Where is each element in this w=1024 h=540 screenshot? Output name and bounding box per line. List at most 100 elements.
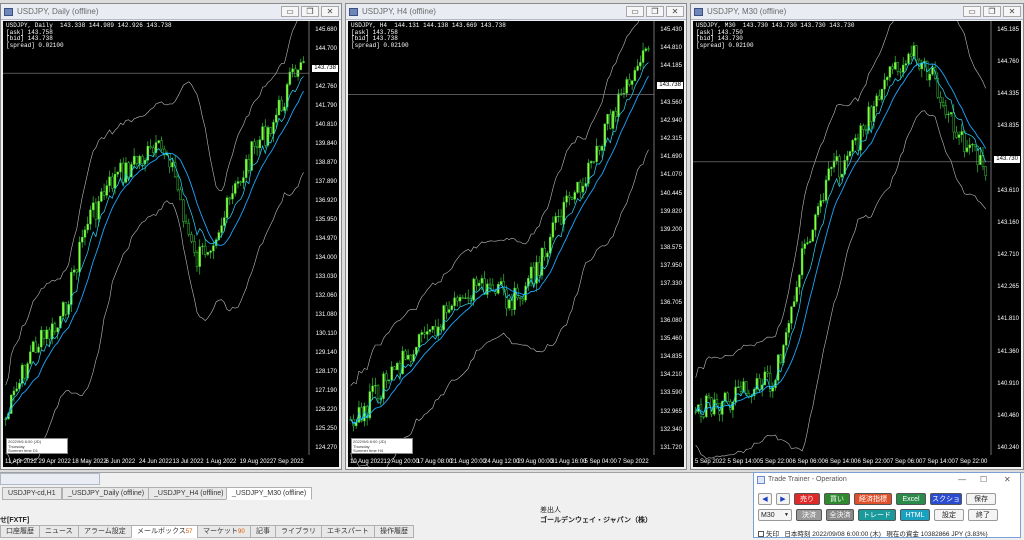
price-chart[interactable]: USDJPY, M30 143.730 143.730 143.730 143.… bbox=[693, 21, 1021, 467]
arrow-checkbox-label: 矢印 bbox=[766, 531, 779, 538]
candle-body bbox=[234, 183, 237, 194]
candle-body bbox=[931, 67, 934, 75]
terminal-tab[interactable]: ニュース bbox=[39, 525, 79, 538]
maximize-button[interactable]: ❐ bbox=[983, 6, 1001, 17]
timeframe-select[interactable]: M30 ▼ bbox=[758, 509, 792, 521]
terminal-tab[interactable]: アラーム設定 bbox=[78, 525, 132, 538]
window-titlebar[interactable]: USDJPY, H4 (offline) ▭ ❐ ✕ bbox=[346, 4, 686, 20]
terminal-tab[interactable]: メールボックス57 bbox=[131, 525, 199, 538]
time-axis-label: 5 Sep 2022 bbox=[695, 459, 726, 465]
candle-body bbox=[132, 156, 136, 165]
candle-body bbox=[209, 250, 212, 253]
candle-body bbox=[434, 326, 437, 336]
minimized-window-bar[interactable] bbox=[0, 473, 100, 485]
next-button[interactable]: ▶ bbox=[776, 493, 790, 505]
minimize-button[interactable]: ▭ bbox=[963, 6, 981, 17]
buy-button[interactable]: 買い bbox=[824, 493, 850, 505]
terminal-tab-label: マーケット bbox=[203, 528, 238, 535]
trade-button[interactable]: トレード bbox=[858, 509, 896, 521]
candle-body bbox=[870, 106, 873, 122]
time-axis-label: 24 Aug 12:00 bbox=[484, 459, 520, 465]
terminal-tab[interactable]: 記事 bbox=[250, 525, 276, 538]
candle-body bbox=[97, 201, 100, 220]
time-axis-label: 5 Sep 04:00 bbox=[584, 459, 617, 465]
window-titlebar[interactable]: USDJPY, Daily (offline) ▭ ❐ ✕ bbox=[1, 4, 341, 20]
arrow-checkbox[interactable] bbox=[758, 531, 764, 537]
terminal-tab[interactable]: ライブラリ bbox=[275, 525, 322, 538]
maximize-button[interactable]: ❐ bbox=[301, 6, 319, 17]
chart-window-h4[interactable]: USDJPY, H4 (offline) ▭ ❐ ✕ USDJPY, H4 14… bbox=[345, 3, 687, 470]
save-button[interactable]: 保存 bbox=[966, 493, 996, 505]
window-titlebar[interactable]: USDJPY, M30 (offline) ▭ ❐ ✕ bbox=[691, 4, 1023, 20]
close-button[interactable]: ✕ bbox=[321, 6, 339, 17]
chart-window-daily[interactable]: USDJPY, Daily (offline) ▭ ❐ ✕ USDJPY, Da… bbox=[0, 3, 342, 470]
time-axis-label: 7 Sep 06:00 bbox=[890, 459, 923, 465]
chart-window-m30[interactable]: USDJPY, M30 (offline) ▭ ❐ ✕ USDJPY, M30 … bbox=[690, 3, 1024, 470]
time-axis-label: 10 Aug 2022 bbox=[350, 459, 384, 465]
minimize-icon[interactable]: — bbox=[958, 473, 966, 487]
screenshot-button[interactable]: スクショ bbox=[930, 493, 962, 505]
price-chart[interactable]: USDJPY, H4 144.131 144.138 143.669 143.7… bbox=[348, 21, 684, 467]
candle-body bbox=[488, 283, 492, 286]
candle-body bbox=[398, 363, 402, 375]
candle-body bbox=[239, 181, 242, 183]
candle-body bbox=[808, 240, 812, 243]
candle-body bbox=[551, 222, 555, 238]
candle-body bbox=[902, 64, 905, 73]
sell-button[interactable]: 売り bbox=[794, 493, 820, 505]
price-axis-label: 135.950 bbox=[315, 217, 337, 223]
html-button[interactable]: HTML bbox=[900, 509, 930, 521]
terminal-tab[interactable]: 口座履歴 bbox=[0, 525, 40, 538]
candle-body bbox=[86, 223, 89, 231]
chart-tab[interactable]: USDJPY-cd,H1 bbox=[2, 487, 62, 500]
maximize-icon[interactable]: ☐ bbox=[980, 473, 987, 487]
close-icon[interactable]: ✕ bbox=[1004, 473, 1011, 487]
settings-button[interactable]: 設定 bbox=[934, 509, 964, 521]
candle-body bbox=[814, 214, 817, 231]
maximize-button[interactable]: ❐ bbox=[646, 6, 664, 17]
candle-body bbox=[426, 331, 429, 335]
terminal-tab[interactable]: マーケット90 bbox=[197, 525, 251, 538]
chart-window-icon bbox=[694, 8, 703, 16]
candle-body bbox=[195, 252, 199, 267]
candle-body bbox=[787, 322, 790, 333]
terminal-tab-label: メールボックス bbox=[137, 528, 186, 535]
candle-body bbox=[507, 299, 511, 309]
chart-tab[interactable]: _USDJPY_H4 (offline) bbox=[148, 487, 230, 500]
candle-body bbox=[393, 366, 396, 371]
candle-body bbox=[78, 241, 81, 273]
minimize-button[interactable]: ▭ bbox=[281, 6, 299, 17]
indicator-line bbox=[695, 55, 987, 416]
candle-body bbox=[838, 156, 841, 178]
candle-body bbox=[819, 200, 822, 207]
candle-body bbox=[253, 141, 256, 147]
candle-body bbox=[518, 297, 522, 299]
economic-indicators-button[interactable]: 経済指標 bbox=[854, 493, 892, 505]
candle-body bbox=[420, 332, 423, 335]
candle-body bbox=[31, 341, 35, 353]
price-axis-label: 141.790 bbox=[315, 103, 337, 109]
excel-button[interactable]: Excel bbox=[896, 493, 926, 505]
candle-body bbox=[726, 392, 729, 402]
trade-trainer-titlebar[interactable]: Trade Trainer - Operation — ☐ ✕ bbox=[754, 473, 1020, 487]
chart-tab-active[interactable]: _USDJPY_M30 (offline) bbox=[226, 487, 313, 500]
candle-body bbox=[456, 297, 459, 302]
price-axis-label: 137.890 bbox=[315, 179, 337, 185]
chart-tab[interactable]: _USDJPY_Daily (offline) bbox=[62, 487, 151, 500]
terminal-tab[interactable]: 操作履歴 bbox=[374, 525, 414, 538]
minimize-button[interactable]: ▭ bbox=[626, 6, 644, 17]
close-button[interactable]: ✕ bbox=[666, 6, 684, 17]
candle-body bbox=[277, 99, 281, 116]
time-axis-label: 18 May 2022 bbox=[72, 459, 107, 465]
prev-button[interactable]: ◀ bbox=[758, 493, 772, 505]
candle-body bbox=[949, 112, 953, 115]
close-all-button[interactable]: 全決済 bbox=[826, 509, 854, 521]
price-chart[interactable]: USDJPY, Daily 143.338 144.989 142.926 14… bbox=[3, 21, 339, 467]
candle-body bbox=[592, 161, 596, 163]
close-button[interactable]: ✕ bbox=[1003, 6, 1021, 17]
terminal-tab[interactable]: エキスパート bbox=[321, 525, 375, 538]
price-axis-label: 128.170 bbox=[315, 369, 337, 375]
price-axis-label: 131.080 bbox=[315, 312, 337, 318]
close-position-button[interactable]: 決済 bbox=[796, 509, 822, 521]
exit-button[interactable]: 終了 bbox=[968, 509, 998, 521]
